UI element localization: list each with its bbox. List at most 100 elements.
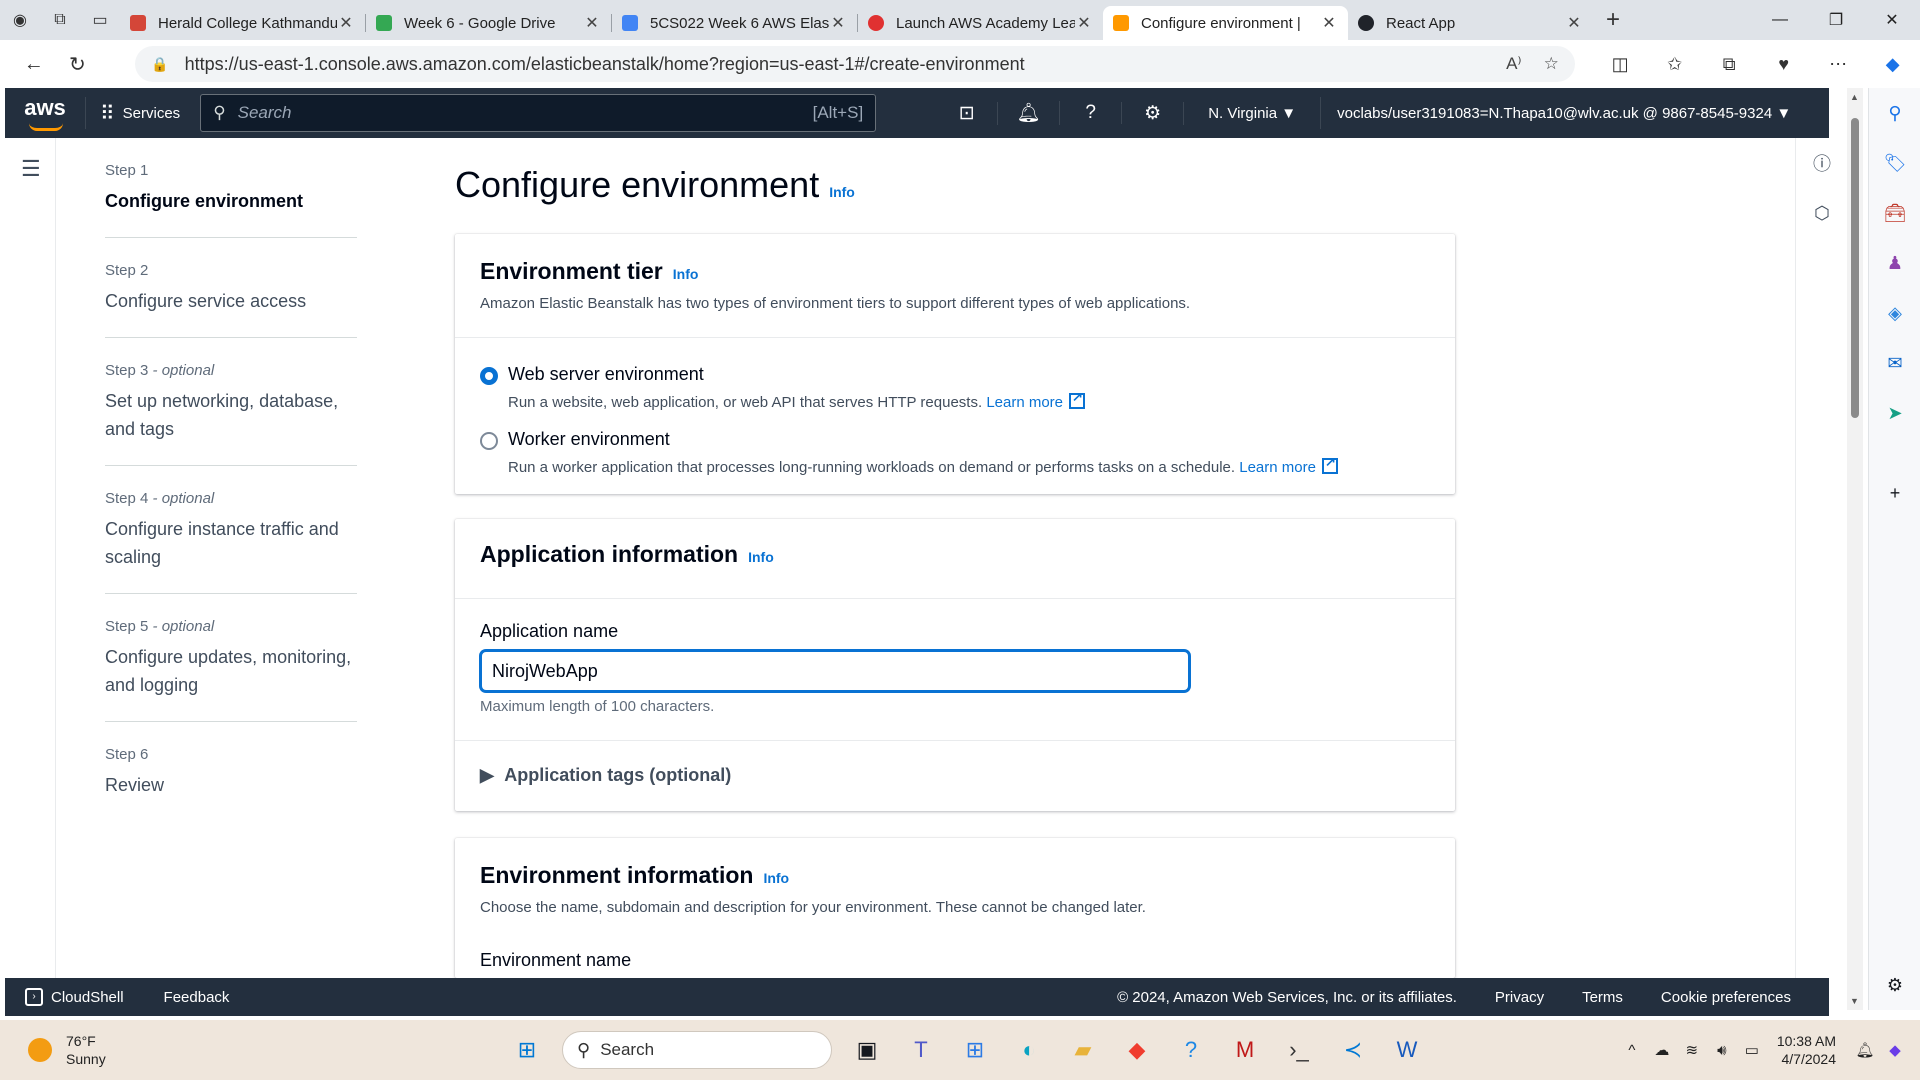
scrollbar-thumb[interactable] xyxy=(1851,118,1859,418)
notification-bell-icon[interactable]: 🔔︎ xyxy=(1850,1041,1880,1059)
close-icon[interactable]: ✕ xyxy=(829,13,847,33)
wifi-icon[interactable]: ≋ xyxy=(1677,1041,1707,1059)
battery-icon[interactable]: ▭ xyxy=(1737,1041,1767,1059)
close-icon[interactable]: ✕ xyxy=(337,13,355,33)
send-icon[interactable]: ➤ xyxy=(1869,388,1920,438)
settings-gear-icon[interactable]: ⚙ xyxy=(1122,101,1185,125)
info-link[interactable]: Info xyxy=(763,870,789,886)
copilot-icon[interactable]: ◆ xyxy=(1865,54,1920,75)
url-field[interactable]: 🔒 https://us-east-1.console.aws.amazon.c… xyxy=(135,46,1575,82)
vscode-icon[interactable]: ≺ xyxy=(1331,1028,1375,1072)
task-view-icon[interactable]: ▣ xyxy=(845,1028,889,1072)
onedrive-icon[interactable]: ☁ xyxy=(1647,1041,1677,1059)
wizard-step-4[interactable]: Step 4 - optional Configure instance tra… xyxy=(105,490,357,594)
read-aloud-icon[interactable]: A⁾ xyxy=(1506,54,1522,74)
worker-radio[interactable] xyxy=(480,432,498,450)
notifications-bell-icon[interactable]: 🔔︎ xyxy=(998,101,1061,125)
learn-more-link[interactable]: Learn more xyxy=(1239,459,1316,476)
start-windows-icon[interactable]: ⊞ xyxy=(505,1028,549,1072)
info-link[interactable]: Info xyxy=(673,266,699,282)
add-icon[interactable]: + xyxy=(1869,468,1920,518)
back-icon[interactable]: ← xyxy=(12,44,56,84)
worker-option[interactable]: Worker environment Run a worker applicat… xyxy=(455,429,1455,476)
wizard-step-6[interactable]: Step 6 Review xyxy=(105,746,357,821)
restore-icon[interactable]: ❐ xyxy=(1808,0,1864,40)
page-scrollbar[interactable]: ▲ ▼ xyxy=(1847,88,1863,1010)
workspaces-icon[interactable]: ⧉ xyxy=(40,0,80,40)
info-link[interactable]: Info xyxy=(829,184,855,200)
lock-icon[interactable]: 🔒 xyxy=(151,56,168,73)
git-icon[interactable]: ◆ xyxy=(1115,1028,1159,1072)
edge-icon[interactable]: ◐ xyxy=(1007,1028,1051,1072)
feedback-link[interactable]: Feedback xyxy=(164,989,230,1006)
file-explorer-icon[interactable]: ▰ xyxy=(1061,1028,1105,1072)
close-icon[interactable]: ✕ xyxy=(1320,13,1338,33)
store-icon[interactable]: ⊞ xyxy=(953,1028,997,1072)
teams-icon[interactable]: T xyxy=(899,1028,943,1072)
tab-actions-icon[interactable]: ▭ xyxy=(80,0,120,40)
games-icon[interactable]: ♟ xyxy=(1869,238,1920,288)
close-window-icon[interactable]: ✕ xyxy=(1864,0,1920,40)
close-icon[interactable]: ✕ xyxy=(1565,13,1583,33)
weather-widget[interactable]: 76°F Sunny xyxy=(28,1032,328,1068)
office-icon[interactable]: ◈ xyxy=(1869,288,1920,338)
cookie-preferences-link[interactable]: Cookie preferences xyxy=(1661,989,1791,1006)
browser-tab-4[interactable]: Configure environment | ✕ xyxy=(1103,6,1348,40)
region-selector[interactable]: N. Virginia ▼ xyxy=(1184,97,1322,129)
hamburger-menu-icon[interactable]: ☰ xyxy=(21,156,41,182)
aws-search-input[interactable]: ⚲ Search [Alt+S] xyxy=(200,94,877,132)
clock[interactable]: 10:38 AM 4/7/2024 xyxy=(1777,1032,1836,1068)
shopping-tag-icon[interactable]: 🏷︎ xyxy=(1869,138,1920,188)
browser-tab-1[interactable]: Week 6 - Google Drive ✕ xyxy=(366,6,611,40)
new-tab-icon[interactable]: + xyxy=(1593,6,1633,34)
help-app-icon[interactable]: ? xyxy=(1169,1028,1213,1072)
application-tags-expander[interactable]: ▶ Application tags (optional) xyxy=(455,741,1455,810)
copilot-icon[interactable]: ◆ xyxy=(1880,1041,1910,1059)
privacy-link[interactable]: Privacy xyxy=(1495,989,1544,1006)
help-panel-icon[interactable]: ⬡ xyxy=(1796,188,1848,238)
browser-tab-2[interactable]: 5CS022 Week 6 AWS Elastic ✕ xyxy=(612,6,857,40)
wizard-step-1[interactable]: Step 1 Configure environment xyxy=(105,162,357,238)
close-icon[interactable]: ✕ xyxy=(1075,13,1093,33)
learn-more-link[interactable]: Learn more xyxy=(986,394,1063,411)
wizard-step-2[interactable]: Step 2 Configure service access xyxy=(105,262,357,338)
cloudshell-icon[interactable]: ⊡ xyxy=(936,101,999,125)
taskbar-search[interactable]: ⚲ Search xyxy=(562,1031,832,1069)
edge-sidebar: ⚲ 🏷︎ 🧰︎ ♟ ◈ ✉ ➤ + ⚙ xyxy=(1868,88,1920,1010)
account-menu[interactable]: voclabs/user3191083=N.Thapa10@wlv.ac.uk … xyxy=(1321,105,1807,122)
web-server-option[interactable]: Web server environment Run a website, we… xyxy=(455,364,1455,411)
profile-icon[interactable]: ◉ xyxy=(0,0,40,40)
tools-icon[interactable]: 🧰︎ xyxy=(1869,188,1920,238)
help-icon[interactable]: ? xyxy=(1060,102,1123,124)
close-icon[interactable]: ✕ xyxy=(583,13,601,33)
wizard-step-5[interactable]: Step 5 - optional Configure updates, mon… xyxy=(105,618,357,722)
info-panel-icon[interactable]: ⓘ xyxy=(1796,138,1848,188)
search-icon[interactable]: ⚲ xyxy=(1869,88,1920,138)
cloudshell-button[interactable]: › CloudShell xyxy=(25,988,124,1006)
favorites-icon[interactable]: ✩ xyxy=(1647,54,1702,75)
services-menu-button[interactable]: ⠿ Services xyxy=(85,97,194,129)
favorite-star-icon[interactable]: ☆ xyxy=(1544,54,1559,74)
sidebar-settings-icon[interactable]: ⚙ xyxy=(1869,960,1920,1010)
minimize-icon[interactable]: — xyxy=(1752,0,1808,40)
chevron-up-icon[interactable]: ^ xyxy=(1617,1042,1647,1059)
wizard-step-3[interactable]: Step 3 - optional Set up networking, dat… xyxy=(105,362,357,466)
split-screen-icon[interactable]: ◫ xyxy=(1593,54,1648,75)
word-icon[interactable]: W xyxy=(1385,1028,1429,1072)
info-link[interactable]: Info xyxy=(748,549,774,565)
volume-icon[interactable]: 🔊︎ xyxy=(1707,1042,1737,1059)
outlook-icon[interactable]: ✉ xyxy=(1869,338,1920,388)
browser-tab-5[interactable]: React App ✕ xyxy=(1348,6,1593,40)
browser-tab-3[interactable]: Launch AWS Academy Learner ✕ xyxy=(858,6,1103,40)
terminal-icon[interactable]: ›_ xyxy=(1277,1028,1321,1072)
refresh-icon[interactable]: ↻ xyxy=(56,44,100,84)
aws-logo[interactable]: aws xyxy=(5,93,85,133)
terms-link[interactable]: Terms xyxy=(1582,989,1623,1006)
application-name-input[interactable] xyxy=(480,650,1190,692)
more-menu-icon[interactable]: ⋯ xyxy=(1811,54,1866,75)
web-server-radio[interactable] xyxy=(480,367,498,385)
mcafee-icon[interactable]: M xyxy=(1223,1028,1267,1072)
browser-essentials-icon[interactable]: ♥ xyxy=(1756,54,1811,75)
browser-tab-0[interactable]: Herald College Kathmandu ✕ xyxy=(120,6,365,40)
collections-icon[interactable]: ⧉ xyxy=(1702,54,1757,75)
